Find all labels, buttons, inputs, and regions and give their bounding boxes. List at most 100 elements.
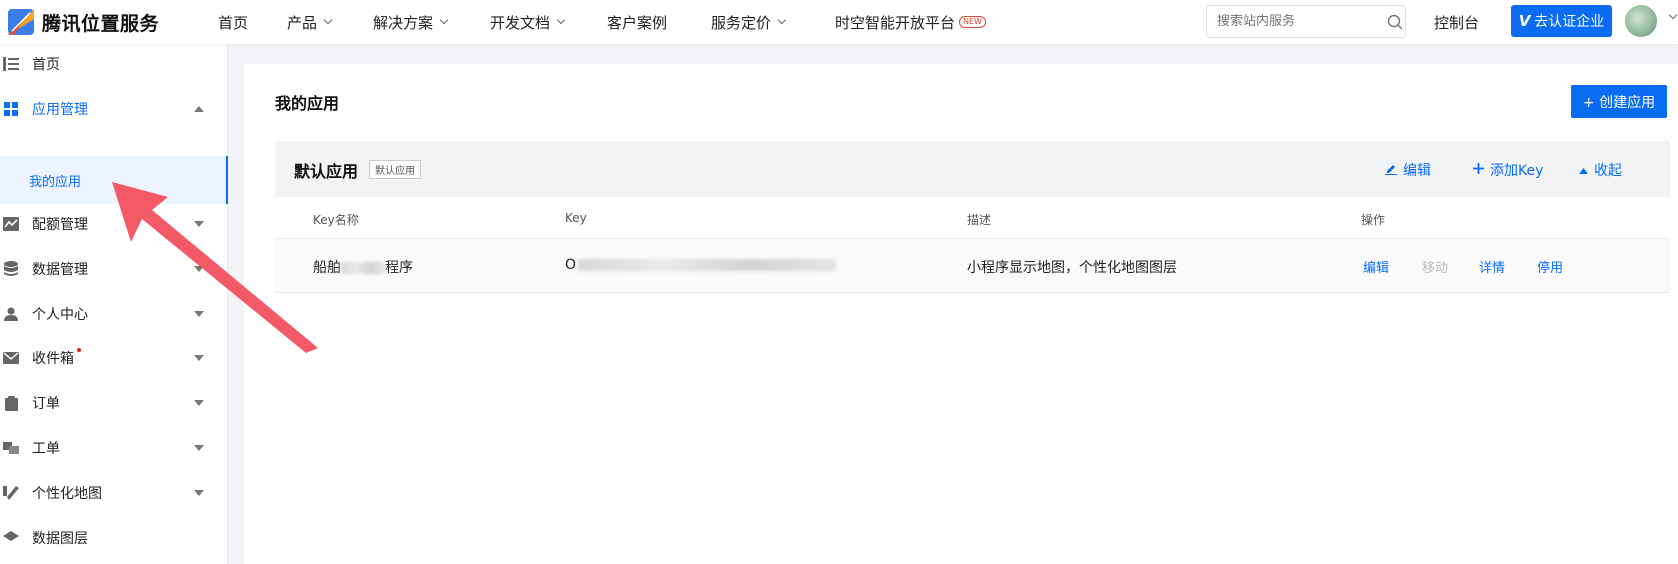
nav-pricing[interactable]: 服务定价: [711, 12, 835, 33]
verify-enterprise-button[interactable]: V 去认证企业: [1511, 5, 1612, 37]
redacted-text: [341, 262, 385, 274]
sidebar-item-label: 配额管理: [32, 217, 88, 233]
top-navigation-bar: 腾讯位置服务 首页 产品 解决方案 开发文档 客户案例 服务定价 时空智能开放平…: [0, 0, 1678, 44]
sidebar: 首页 应用管理 我的应用 配额管理 数据管理 个人中心 收件箱 订单 工单 个性…: [0, 44, 228, 564]
inbox-label-text: 收件箱: [32, 351, 74, 367]
key-value-cell: O: [565, 257, 837, 273]
sidebar-item-label: 订单: [32, 396, 60, 412]
add-key-button[interactable]: 添加Key: [1473, 160, 1543, 180]
sidebar-item-label: 个人中心: [32, 307, 88, 323]
row-edit-link[interactable]: 编辑: [1363, 257, 1389, 276]
sidebar-item-inbox[interactable]: 收件箱: [0, 338, 228, 378]
row-detail-link[interactable]: 详情: [1479, 257, 1505, 276]
chevron-down-icon: [777, 15, 787, 25]
nav-home[interactable]: 首页: [218, 12, 287, 33]
sidebar-item-tickets[interactable]: 工单: [0, 428, 228, 468]
nav-products[interactable]: 产品: [287, 12, 373, 33]
chevron-down-icon: [323, 15, 333, 25]
key-name-tail: 程序: [385, 260, 413, 276]
key-name-text: 船舶: [313, 260, 341, 276]
chevron-down-icon[interactable]: [1668, 10, 1678, 20]
nav-home-label: 首页: [218, 13, 249, 32]
search-input[interactable]: [1217, 14, 1387, 29]
main-nav: 首页 产品 解决方案 开发文档 客户案例 服务定价 时空智能开放平台 NEW: [218, 0, 986, 44]
chevron-down-icon: [439, 15, 449, 25]
app-card: 默认应用 默认应用 编辑 添加Key 收起 Key名称 Key 描述 操作 船舶…: [275, 141, 1670, 293]
add-key-label: 添加Key: [1490, 163, 1544, 179]
sidebar-item-label: 数据管理: [32, 262, 88, 278]
plus-icon: [1473, 162, 1484, 178]
main-content: 我的应用 + 创建应用 默认应用 默认应用 编辑 添加Key 收起 Key名称 …: [244, 64, 1678, 564]
console-link[interactable]: 控制台: [1434, 12, 1479, 33]
edit-label: 编辑: [1403, 163, 1431, 179]
search-icon[interactable]: [1387, 14, 1403, 30]
clipboard-icon: [3, 395, 19, 411]
list-icon: [3, 56, 19, 72]
caret-up-icon: [194, 106, 204, 112]
sidebar-item-label: 工单: [32, 441, 60, 457]
nav-docs[interactable]: 开发文档: [490, 12, 607, 33]
chevron-down-icon: [556, 15, 566, 25]
app-card-header: 默认应用 默认应用 编辑 添加Key 收起: [275, 141, 1670, 197]
sidebar-item-data-layer[interactable]: 数据图层: [0, 518, 228, 558]
sidebar-item-personal[interactable]: 个人中心: [0, 294, 228, 334]
user-icon: [3, 306, 19, 322]
redacted-key: [578, 259, 837, 271]
collapse-button[interactable]: 收起: [1579, 160, 1622, 180]
caret-down-icon: [194, 355, 204, 361]
nav-solutions-label: 解决方案: [373, 13, 434, 32]
brand-name: 腾讯位置服务: [42, 12, 160, 35]
avatar[interactable]: [1625, 5, 1657, 37]
create-app-button[interactable]: + 创建应用: [1571, 85, 1667, 118]
sidebar-item-home[interactable]: 首页: [0, 44, 228, 84]
description-cell: 小程序显示地图，个性化地图图层: [967, 260, 1177, 276]
chart-icon: [3, 216, 19, 232]
verify-label: 去认证企业: [1534, 14, 1605, 30]
caret-down-icon: [194, 400, 204, 406]
site-search[interactable]: [1206, 5, 1406, 38]
sidebar-item-custom-map[interactable]: 个性化地图: [0, 473, 228, 513]
sidebar-item-label: 收件箱: [32, 348, 81, 368]
database-icon: [3, 261, 19, 277]
nav-docs-label: 开发文档: [490, 13, 551, 32]
column-header: Key名称: [313, 213, 359, 227]
sidebar-item-label: 应用管理: [32, 102, 88, 118]
brand-logo[interactable]: 腾讯位置服务: [6, 7, 159, 37]
sidebar-item-label: 首页: [32, 57, 60, 73]
nav-cases[interactable]: 客户案例: [607, 12, 711, 33]
caret-down-icon: [194, 445, 204, 451]
sidebar-subitem-label: 我的应用: [29, 174, 82, 190]
column-header: 描述: [967, 213, 992, 227]
caret-down-icon: [194, 266, 204, 272]
sidebar-item-data[interactable]: 数据管理: [0, 249, 228, 289]
sidebar-item-quota[interactable]: 配额管理: [0, 204, 228, 244]
sidebar-subitem-my-apps[interactable]: 我的应用: [0, 156, 228, 204]
edit-app-button[interactable]: 编辑: [1385, 160, 1431, 180]
caret-down-icon: [194, 221, 204, 227]
caret-down-icon: [194, 311, 204, 317]
table-row: 船舶 程序 O 小程序显示地图，个性化地图图层 编辑 移动 详情 停用: [275, 239, 1670, 293]
default-app-badge: 默认应用: [369, 160, 421, 179]
app-name: 默认应用: [294, 162, 359, 181]
caret-down-icon: [194, 490, 204, 496]
sidebar-item-label: 个性化地图: [32, 486, 102, 502]
grid-icon: [3, 101, 19, 117]
key-name-cell: 船舶 程序: [313, 257, 413, 277]
sidebar-item-label: 数据图层: [32, 531, 88, 547]
column-header: Key: [565, 211, 587, 225]
sidebar-item-orders[interactable]: 订单: [0, 383, 228, 423]
row-disable-link[interactable]: 停用: [1537, 257, 1563, 276]
column-header: 操作: [1361, 213, 1386, 227]
nav-cases-label: 客户案例: [607, 13, 668, 32]
sidebar-item-app-management[interactable]: 应用管理: [0, 89, 228, 129]
collapse-label: 收起: [1594, 163, 1622, 179]
key-prefix: O: [565, 257, 577, 273]
layer-icon: [3, 530, 19, 546]
ticket-icon: [3, 440, 19, 456]
new-badge: NEW: [959, 16, 986, 28]
nav-solutions[interactable]: 解决方案: [373, 12, 490, 33]
nav-spatiotemporal-platform[interactable]: 时空智能开放平台 NEW: [835, 12, 986, 33]
nav-platform-label: 时空智能开放平台: [835, 13, 956, 32]
map-style-icon: [3, 485, 19, 501]
page-title: 我的应用: [275, 94, 340, 113]
